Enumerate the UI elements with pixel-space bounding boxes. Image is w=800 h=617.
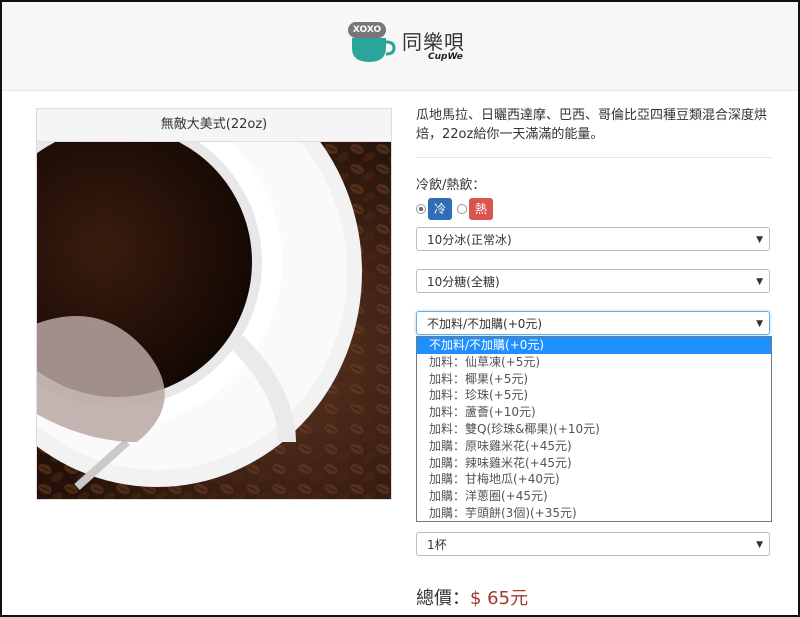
addon-option[interactable]: 加料：仙草凍(+5元)	[417, 354, 771, 371]
addon-option[interactable]: 加購：洋蔥圈(+45元)	[417, 488, 771, 505]
logo-badge: XOXO	[348, 22, 386, 38]
hot-button[interactable]: 熱	[469, 198, 493, 220]
addon-option[interactable]: 加料：珍珠(+5元)	[417, 387, 771, 404]
addon-option[interactable]: 不加料/不加購(+0元)	[417, 337, 771, 354]
addon-option[interactable]: 加購：芋頭餅(3個)(+35元)	[417, 505, 771, 522]
addon-option[interactable]: 加料：雙Q(珍珠&椰果)(+10元)	[417, 421, 771, 438]
total-price: 總價：$ 65元	[416, 584, 528, 610]
addon-option[interactable]: 加料：椰果(+5元)	[417, 371, 771, 388]
coffee-cup-image	[37, 142, 391, 499]
addon-option[interactable]: 加購：原味雞米花(+45元)	[417, 438, 771, 455]
addon-option[interactable]: 加購：辣味雞米花(+45元)	[417, 455, 771, 472]
addon-dropdown-list[interactable]: 不加料/不加購(+0元) 加料：仙草凍(+5元) 加料：椰果(+5元) 加料：珍…	[416, 336, 772, 522]
temperature-label: 冷飲/熱飲：	[416, 178, 486, 193]
radio-cold[interactable]	[416, 204, 426, 214]
addon-option[interactable]: 加購：甘梅地瓜(+40元)	[417, 471, 771, 488]
quantity-select[interactable]: 1杯 ▼	[416, 532, 770, 556]
brand-name: 同樂唄	[402, 30, 465, 54]
quantity-select-value: 1杯	[427, 538, 447, 552]
addon-select[interactable]: 不加料/不加購(+0元) ▼	[416, 311, 770, 335]
chevron-down-icon: ▼	[756, 277, 763, 287]
chevron-down-icon: ▼	[756, 540, 763, 550]
addon-option[interactable]: 加料：蘆薈(+10元)	[417, 404, 771, 421]
product-photo	[37, 142, 391, 499]
product-panel: 無敵大美式(22oz)	[36, 108, 392, 500]
total-price-value: $ 65元	[470, 588, 529, 609]
site-header: XOXO 同樂唄 CupWe	[2, 2, 798, 91]
brand-name-en: CupWe	[428, 52, 463, 62]
sugar-select-value: 10分糖(全糖)	[427, 275, 500, 289]
ice-select[interactable]: 10分冰(正常冰) ▼	[416, 227, 770, 251]
radio-hot[interactable]	[457, 204, 467, 214]
total-label: 總價：	[416, 588, 470, 609]
addon-select-value: 不加料/不加購(+0元)	[427, 317, 543, 331]
cold-button[interactable]: 冷	[428, 198, 452, 220]
chevron-down-icon: ▼	[756, 235, 763, 245]
ice-select-value: 10分冰(正常冰)	[427, 233, 512, 247]
product-description: 瓜地馬拉、日曬西達摩、巴西、哥倫比亞四種豆類混合深度烘焙，22oz給你一天滿滿的…	[416, 108, 768, 142]
brand-logo[interactable]: XOXO 同樂唄 CupWe	[346, 22, 466, 68]
chevron-down-icon: ▼	[756, 319, 763, 329]
product-title: 無敵大美式(22oz)	[37, 109, 391, 142]
divider	[416, 157, 772, 158]
sugar-select[interactable]: 10分糖(全糖) ▼	[416, 269, 770, 293]
